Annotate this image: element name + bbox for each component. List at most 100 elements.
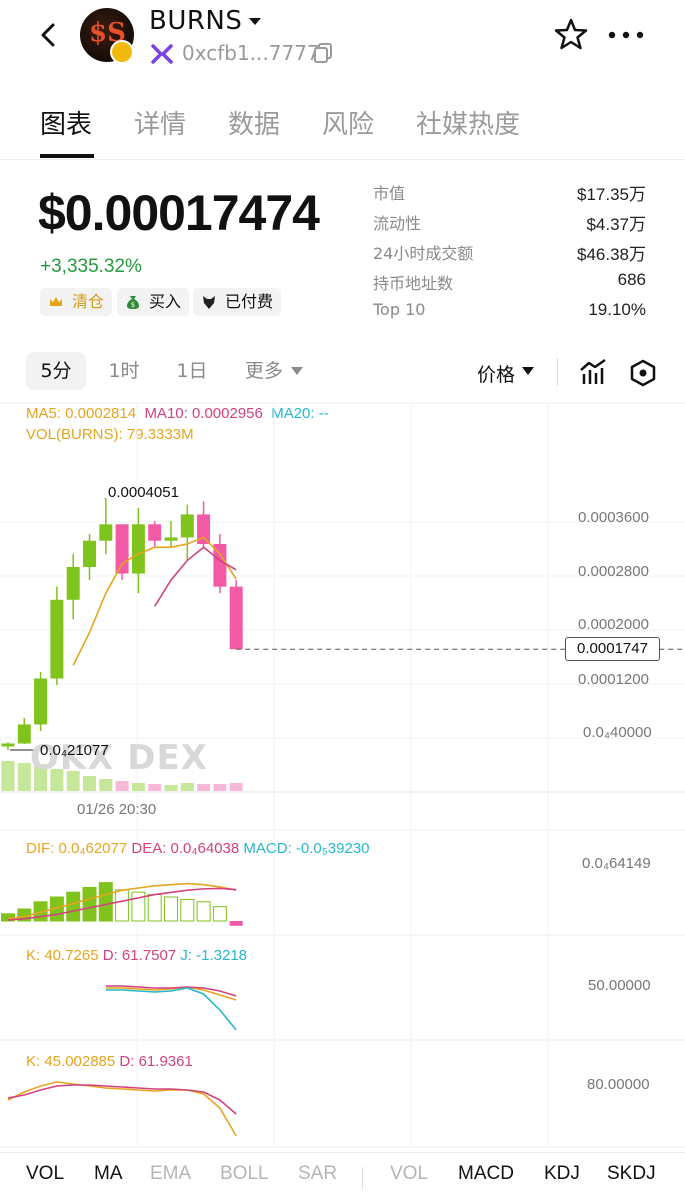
low-price-label: 0.0₄21077	[40, 742, 109, 759]
tab-social[interactable]: 社媒热度	[416, 104, 520, 141]
active-tab-indicator	[40, 154, 94, 158]
moving-average-lines	[72, 536, 237, 666]
tab-details[interactable]: 详情	[134, 104, 186, 141]
timeframe-bar: 5分 1时 1日 更多 价格	[0, 350, 685, 394]
clear-label: 清仓	[72, 292, 105, 311]
svg-text:$: $	[131, 301, 135, 309]
stat-label: 24小时成交额	[373, 244, 474, 263]
indicator-macd[interactable]: MACD	[458, 1163, 514, 1185]
stat-value: $46.38万	[577, 245, 646, 264]
y-axis-label: 0.0001200	[578, 671, 649, 688]
tab-chart[interactable]: 图表	[40, 104, 92, 141]
y-axis-label: 0.0002000	[578, 616, 649, 633]
wolf-icon	[203, 296, 215, 309]
paid-button[interactable]: 已付费	[193, 288, 282, 316]
buy-button[interactable]: $ 买入	[117, 288, 190, 316]
clear-position-button[interactable]: 清仓	[40, 288, 113, 316]
macd-histogram-bar	[66, 891, 81, 922]
indicator-sub-vol[interactable]: VOL	[390, 1163, 428, 1185]
paid-label: 已付费	[225, 292, 274, 311]
buy-label: 买入	[149, 292, 182, 311]
favorite-star-icon[interactable]	[554, 17, 588, 51]
y-axis-label: 0.0002800	[578, 563, 649, 580]
volume-bar	[213, 784, 227, 791]
stat-value: 19.10%	[588, 300, 646, 319]
macd-value: MACD: -0.0₅39230	[243, 840, 370, 857]
candle-body	[83, 540, 96, 567]
y-axis-label: 0.0003600	[578, 509, 649, 526]
macd-histogram-bar	[82, 886, 97, 922]
skdj-axis-label: 80.00000	[587, 1076, 650, 1093]
app-header: $S BURNS 0xcfb1...7777	[0, 0, 685, 80]
indicator-boll[interactable]: BOLL	[220, 1163, 269, 1185]
ma5-line	[72, 536, 237, 666]
candle-body	[131, 524, 145, 574]
more-options-icon[interactable]	[606, 25, 646, 45]
stat-top10: Top 10 19.10%	[372, 300, 646, 330]
volume-bar	[180, 783, 194, 791]
x-axis-time-label: 01/26 20:30	[77, 801, 157, 818]
caret-down-icon[interactable]	[290, 366, 304, 376]
token-stats: 市值 $17.35万 流动性 $4.37万 24小时成交额 $46.38万 持币…	[372, 180, 646, 330]
tab-data[interactable]: 数据	[228, 104, 280, 141]
candle-body	[34, 678, 48, 725]
price-change: +3,335.32%	[40, 256, 142, 277]
caret-down-icon[interactable]	[248, 14, 262, 28]
stat-label: 流动性	[373, 214, 422, 233]
stat-label: 持币地址数	[373, 274, 454, 293]
volume-bar	[148, 784, 162, 791]
kdj-j-value: J: -1.3218	[180, 947, 248, 964]
volume-bar	[17, 763, 31, 791]
macd-histogram-bar	[196, 901, 211, 922]
stat-label: Top 10	[373, 300, 426, 319]
indicator-kdj[interactable]: KDJ	[544, 1163, 580, 1185]
section-tabs: 图表 详情 数据 风险 社媒热度	[0, 96, 685, 160]
kdj-legend: K: 40.7265 D: 61.7507 J: -1.3218	[26, 947, 247, 964]
macd-histogram-bar	[98, 882, 113, 922]
volume-bar	[164, 785, 178, 791]
timeframe-1h[interactable]: 1时	[96, 352, 152, 390]
timeframe-1d[interactable]: 1日	[164, 352, 220, 390]
macd-axis-label: 0.0₄64149	[582, 855, 651, 872]
money-bag-icon: $	[127, 296, 139, 309]
volume-bar	[115, 781, 129, 791]
stat-volume-24h: 24小时成交额 $46.38万	[372, 240, 646, 270]
chain-icon	[151, 44, 173, 64]
volume-bar	[131, 783, 145, 791]
candle-body	[148, 524, 162, 541]
indicator-ma[interactable]: MA	[94, 1163, 123, 1185]
candle-body	[66, 566, 80, 600]
kdj-d-value: D: 61.7507	[102, 947, 177, 964]
candle-body	[229, 586, 243, 650]
stat-liquidity: 流动性 $4.37万	[372, 210, 646, 240]
kdj-axis-label: 50.00000	[588, 977, 651, 994]
indicator-ema[interactable]: EMA	[150, 1163, 191, 1185]
indicator-sar[interactable]: SAR	[298, 1163, 337, 1185]
timeframe-5m[interactable]: 5分	[26, 352, 86, 390]
indicator-chart-icon[interactable]	[578, 358, 608, 386]
settings-hexagon-icon[interactable]	[628, 358, 658, 388]
skdj-d-value: D: 61.9361	[119, 1053, 193, 1070]
macd-panel	[1, 882, 243, 926]
skdj-panel	[7, 1081, 237, 1137]
current-price-marker: 0.0001747	[565, 637, 660, 661]
tab-risk[interactable]: 风险	[322, 104, 374, 141]
candle-body	[115, 524, 129, 574]
timeframe-more[interactable]: 更多	[236, 352, 292, 390]
back-arrow-icon[interactable]	[36, 20, 60, 50]
copy-icon[interactable]	[312, 42, 334, 64]
indicator-skdj[interactable]: SKDJ	[607, 1163, 656, 1185]
caret-down-icon[interactable]	[521, 366, 535, 376]
macd-histogram-bar	[180, 898, 195, 922]
price-toggle[interactable]: 价格	[477, 360, 515, 387]
stat-label: 市值	[373, 184, 406, 203]
high-price-label: 0.0004051	[108, 484, 179, 501]
token-name[interactable]: BURNS	[149, 6, 242, 36]
indicator-vol[interactable]: VOL	[26, 1163, 64, 1185]
volume-bar	[197, 784, 211, 791]
stat-value: $4.37万	[586, 215, 646, 234]
kdj-k-line	[105, 986, 237, 1001]
skdj-legend: K: 45.002885 D: 61.9361	[26, 1053, 193, 1070]
volume-bar	[83, 776, 96, 791]
stat-holders: 持币地址数 686	[372, 270, 646, 300]
